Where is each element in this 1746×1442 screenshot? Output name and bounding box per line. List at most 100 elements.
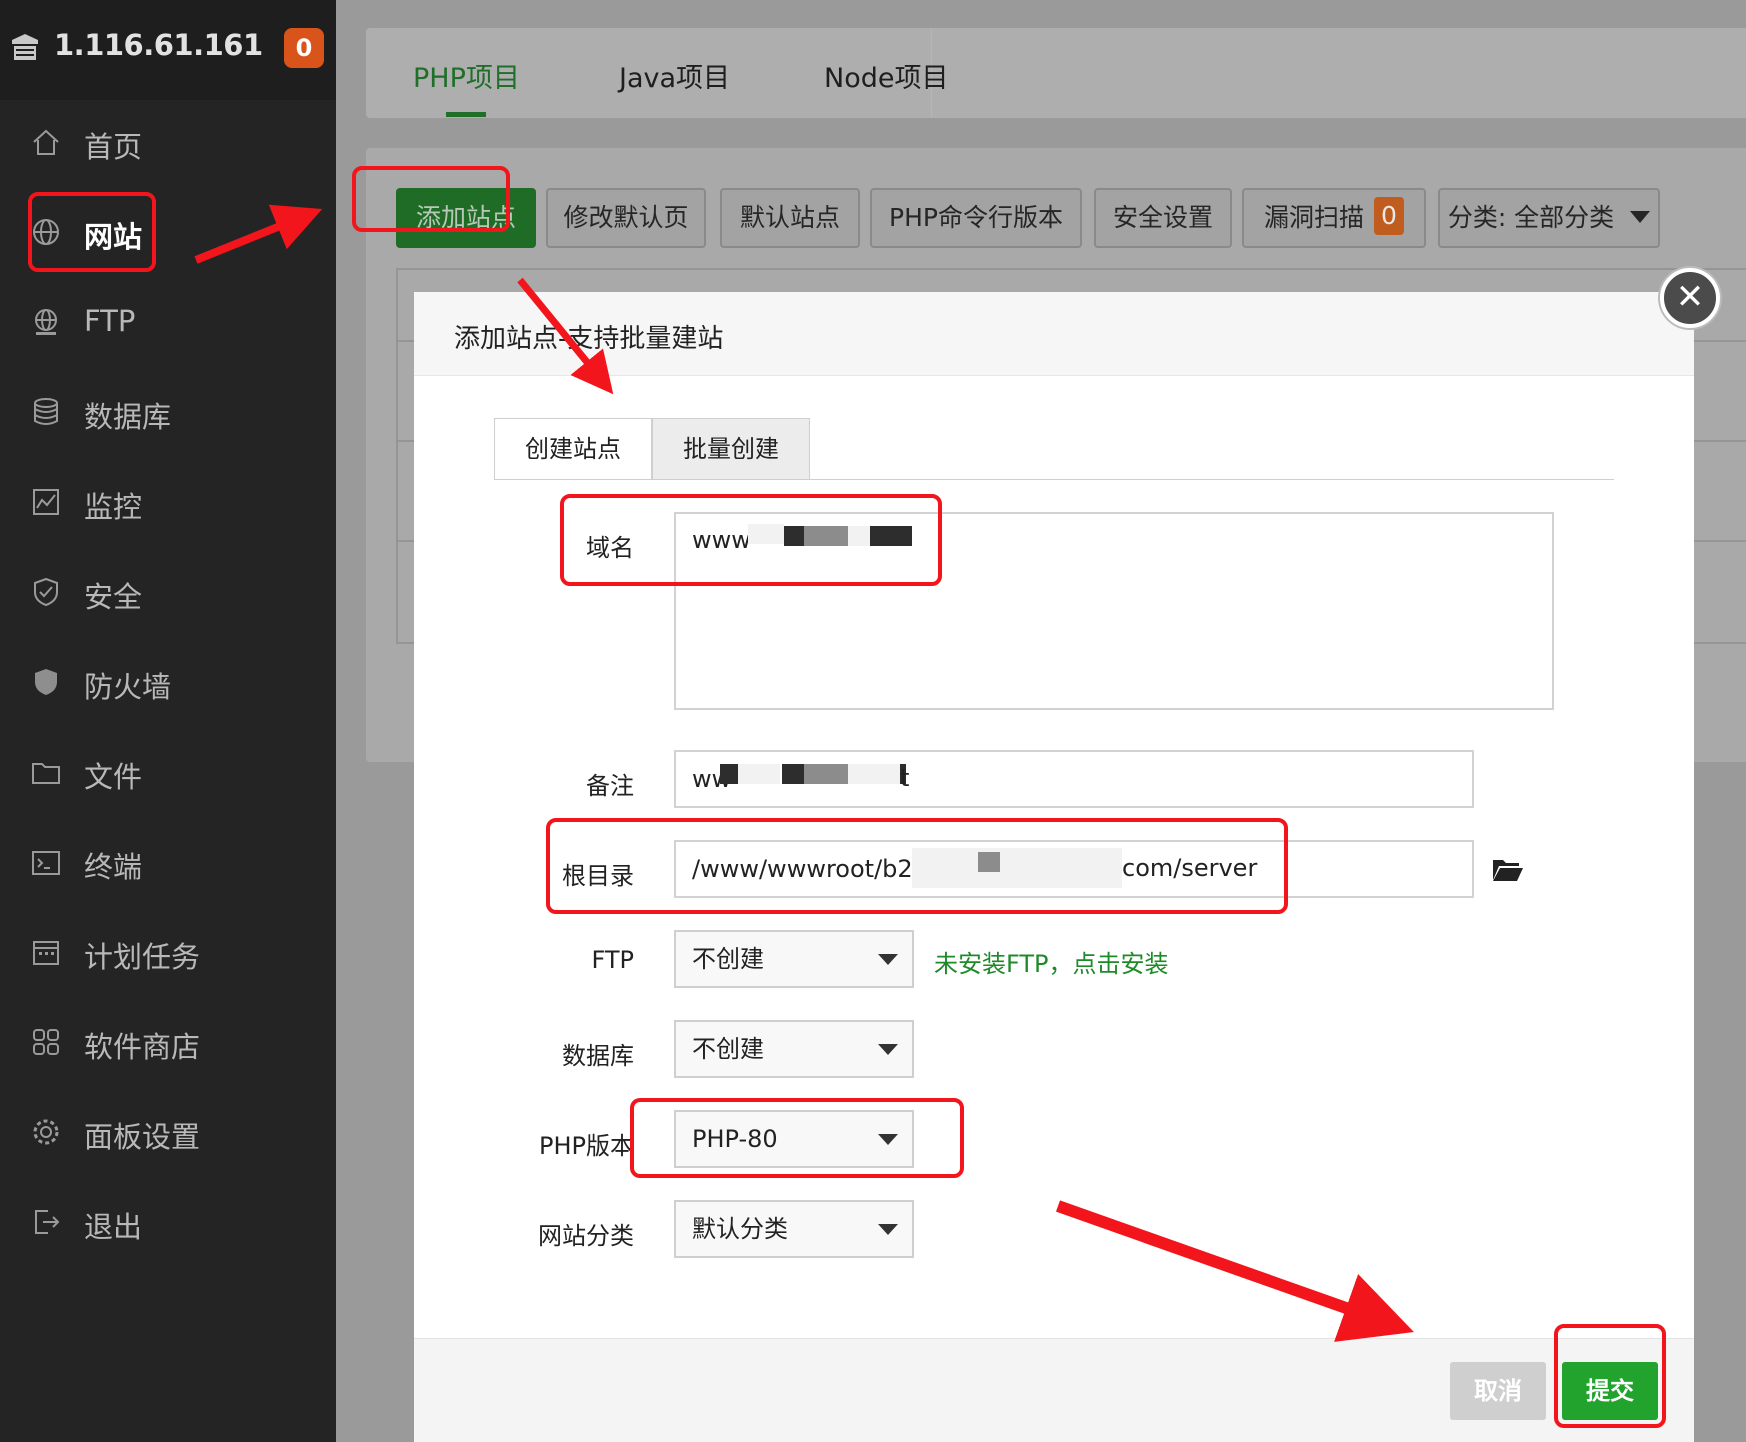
- redacted-block: [804, 526, 848, 546]
- folder-open-icon[interactable]: [1492, 856, 1524, 882]
- ftp-select[interactable]: 不创建: [674, 930, 914, 988]
- sidebar-item-label: 监控: [84, 490, 143, 524]
- redacted-block: [748, 524, 784, 544]
- sidebar-item-label: 面板设置: [84, 1120, 201, 1154]
- calendar-icon: [33, 941, 59, 965]
- add-site-button[interactable]: 添加站点: [396, 188, 536, 248]
- ftp-globe-icon: [35, 309, 57, 335]
- vuln-scan-count: 0: [1374, 197, 1404, 235]
- redacted-block: [848, 764, 900, 784]
- site-category-value: 默认分类: [692, 1215, 788, 1243]
- sidebar: 1.116.61.161 0 首页网站 FTP 数据库监控安全防火墙文件终端计划任务…: [0, 0, 336, 1442]
- sidebar-item-label: 退出: [84, 1210, 143, 1244]
- submit-button[interactable]: 提交: [1562, 1362, 1658, 1420]
- tab-divider: [494, 479, 1614, 480]
- install-ftp-link[interactable]: 未安装FTP，点击安装: [934, 944, 1169, 979]
- table-border: [396, 268, 1746, 270]
- ftp-label: FTP: [591, 946, 634, 974]
- table-left-border: [396, 268, 412, 644]
- database-select[interactable]: 不创建: [674, 1020, 914, 1078]
- grid-apps-icon: [33, 1029, 59, 1055]
- logout-icon: [35, 1210, 60, 1234]
- notification-badge[interactable]: 0: [284, 28, 324, 68]
- sidebar-item-label: 首页: [84, 130, 143, 164]
- sidebar-item-11[interactable]: 面板设置: [0, 1088, 336, 1176]
- dialog-title: 添加站点-支持批量建站: [454, 324, 724, 354]
- sidebar-item-12[interactable]: 退出: [0, 1178, 336, 1266]
- redacted-block: [870, 526, 912, 546]
- vuln-scan-label: 漏洞扫描: [1263, 203, 1364, 232]
- sidebar-item-7[interactable]: 文件: [0, 728, 336, 816]
- sidebar-item-8[interactable]: 终端: [0, 818, 336, 906]
- remark-suffix: t: [900, 764, 910, 792]
- cancel-button[interactable]: 取消: [1450, 1362, 1546, 1420]
- close-icon[interactable]: ✕: [1660, 268, 1720, 328]
- sidebar-item-1[interactable]: 网站: [0, 188, 336, 276]
- database-icon: [34, 398, 58, 425]
- redacted-block: [738, 764, 780, 784]
- tab-php-project[interactable]: PHP项目: [413, 56, 520, 95]
- sidebar-item-2[interactable]: FTP: [0, 278, 336, 366]
- site-category-label: 网站分类: [538, 1222, 634, 1250]
- edit-default-page-button[interactable]: 修改默认页: [546, 188, 706, 248]
- default-site-button[interactable]: 默认站点: [720, 188, 860, 248]
- sidebar-item-label: 网站: [84, 220, 143, 254]
- vuln-scan-button[interactable]: 漏洞扫描 0: [1242, 188, 1426, 248]
- tab-create-site[interactable]: 创建站点: [494, 418, 652, 480]
- chevron-down-icon: [878, 954, 898, 965]
- sidebar-item-5[interactable]: 安全: [0, 548, 336, 636]
- dialog-header: 添加站点-支持批量建站: [414, 292, 1694, 376]
- active-tab-underline: [446, 112, 486, 117]
- sidebar-item-10[interactable]: 软件商店: [0, 998, 336, 1086]
- chevron-down-icon: [878, 1044, 898, 1055]
- root-dir-label: 根目录: [562, 862, 634, 890]
- sidebar-item-3[interactable]: 数据库: [0, 368, 336, 456]
- tab-node-project[interactable]: Node项目: [824, 56, 948, 95]
- sidebar-item-label: 计划任务: [84, 940, 201, 974]
- sidebar-item-9[interactable]: 计划任务: [0, 908, 336, 996]
- terminal-icon: [32, 851, 60, 875]
- sidebar-item-0[interactable]: 首页: [0, 98, 336, 186]
- sidebar-item-6[interactable]: 防火墙: [0, 638, 336, 726]
- sidebar-item-label: 数据库: [84, 400, 172, 434]
- sidebar-item-label: 软件商店: [84, 1030, 201, 1064]
- sidebar-item-label: FTP: [84, 304, 136, 338]
- redacted-block: [784, 526, 804, 546]
- sidebar-item-4[interactable]: 监控: [0, 458, 336, 546]
- chevron-down-icon: [878, 1224, 898, 1235]
- tab-batch-create[interactable]: 批量创建: [652, 418, 810, 480]
- domain-label: 域名: [586, 534, 634, 562]
- php-version-value: PHP-80: [692, 1125, 778, 1153]
- remark-label: 备注: [586, 772, 634, 800]
- chevron-down-icon: [878, 1134, 898, 1145]
- security-settings-button[interactable]: 安全设置: [1094, 188, 1232, 248]
- redacted-block: [978, 852, 1000, 872]
- php-version-label: PHP版本: [539, 1132, 634, 1160]
- sidebar-header: 1.116.61.161 0: [0, 0, 336, 100]
- redacted-block: [912, 848, 1122, 888]
- gear-icon: [33, 1119, 59, 1145]
- server-logo-icon: [12, 34, 38, 60]
- redacted-block: [720, 764, 738, 784]
- category-filter-dropdown[interactable]: 分类: 全部分类: [1438, 188, 1660, 248]
- php-cli-version-button[interactable]: PHP命令行版本: [870, 188, 1082, 248]
- server-ip: 1.116.61.161: [54, 28, 263, 62]
- ftp-select-value: 不创建: [692, 945, 764, 973]
- globe-icon: [33, 219, 59, 245]
- firewall-shield-icon: [35, 669, 57, 695]
- project-tabs-bar: [366, 28, 1746, 118]
- monitor-chart-icon: [33, 489, 59, 515]
- redacted-block: [848, 526, 870, 546]
- folder-icon: [32, 763, 60, 784]
- chevron-down-icon: [1630, 211, 1651, 223]
- database-label: 数据库: [562, 1042, 634, 1070]
- php-version-select[interactable]: PHP-80: [674, 1110, 914, 1168]
- database-select-value: 不创建: [692, 1035, 764, 1063]
- site-category-select[interactable]: 默认分类: [674, 1200, 914, 1258]
- home-icon: [33, 129, 59, 155]
- sidebar-item-label: 防火墙: [84, 670, 172, 704]
- sidebar-item-label: 安全: [84, 580, 143, 614]
- sidebar-item-label: 终端: [84, 850, 143, 884]
- tab-java-project[interactable]: Java项目: [619, 56, 730, 95]
- root-dir-suffix: com/server: [1122, 854, 1258, 882]
